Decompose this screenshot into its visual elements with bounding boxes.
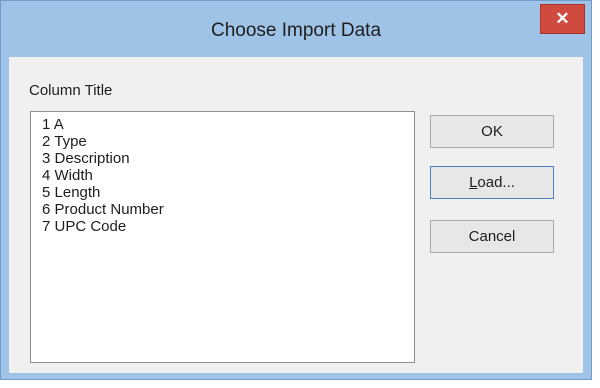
cancel-button[interactable]: Cancel [430,220,554,253]
close-icon: ✕ [555,9,570,28]
list-item[interactable]: 3 Description [42,150,414,167]
column-title-label: Column Title [29,82,113,99]
list-item-label: Type [54,133,87,150]
list-item[interactable]: 7 UPC Code [42,218,414,235]
ok-button[interactable]: OK [430,115,554,148]
dialog-window: Choose Import Data ✕ Column Title 1 A 2 … [0,0,592,380]
list-item-label: Width [54,167,93,184]
list-item-number: 2 [42,133,51,150]
list-item-number: 7 [42,218,51,235]
column-list: 1 A 2 Type 3 Description 4 Width 5 Lengt… [31,112,414,235]
list-item[interactable]: 1 A [42,116,414,133]
list-item[interactable]: 2 Type [42,133,414,150]
dialog-title: Choose Import Data [210,20,382,41]
list-item-number: 6 [42,201,51,218]
list-item[interactable]: 5 Length [42,184,414,201]
list-item[interactable]: 6 Product Number [42,201,414,218]
list-item-label: Product Number [54,201,164,218]
title-bar[interactable]: Choose Import Data ✕ [1,1,591,57]
list-item-label: Description [54,150,130,167]
load-mnemonic: L [469,174,478,191]
list-item-number: 1 [42,116,51,133]
list-item-number: 3 [42,150,51,167]
list-item-label: Length [54,184,101,201]
close-button[interactable]: ✕ [540,4,585,34]
column-listbox[interactable]: 1 A 2 Type 3 Description 4 Width 5 Lengt… [30,111,415,363]
list-item[interactable]: 4 Width [42,167,414,184]
list-item-number: 5 [42,184,51,201]
list-item-label: UPC Code [54,218,127,235]
list-item-number: 4 [42,167,51,184]
load-button[interactable]: Load... [430,166,554,199]
load-label: oad... [477,174,515,191]
dialog-content: Column Title 1 A 2 Type 3 Description 4 … [9,57,583,373]
list-item-label: A [53,116,64,133]
